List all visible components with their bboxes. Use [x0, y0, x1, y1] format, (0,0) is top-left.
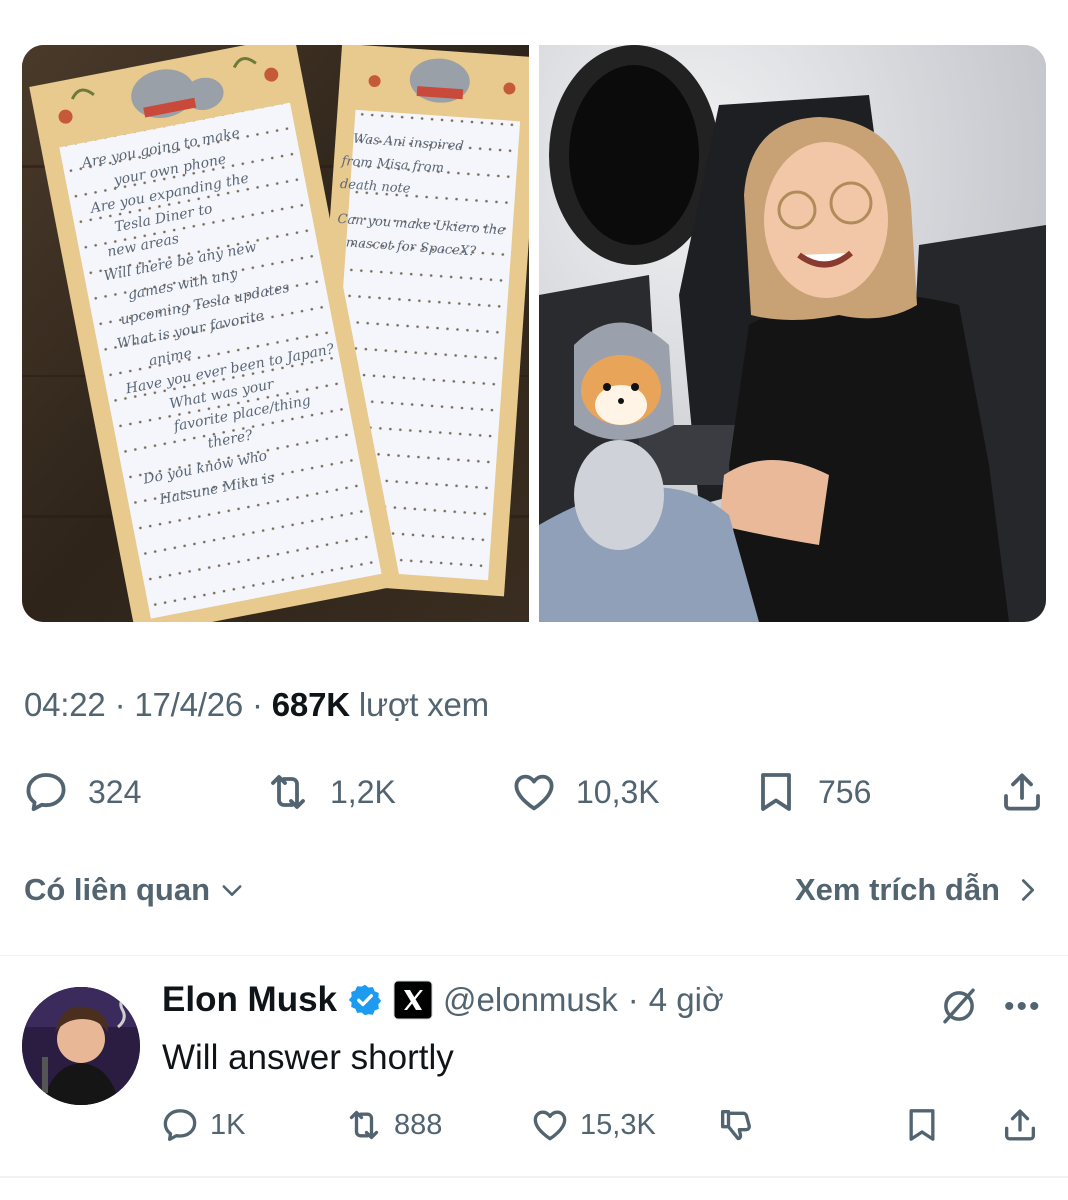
reply-count: 324 [88, 773, 142, 810]
reply-time[interactable]: 4 giờ [649, 981, 724, 1019]
reply-like-count: 15,3K [580, 1108, 656, 1141]
girl-photo[interactable] [539, 45, 1046, 622]
reply-bookmark-button[interactable] [902, 1100, 942, 1150]
divider [0, 1176, 1068, 1178]
heart-icon [533, 1110, 567, 1141]
thumbs-down-icon [721, 1110, 751, 1141]
views-count: 687K [271, 686, 350, 723]
speech-bubble-icon [26, 773, 66, 812]
tweet-date[interactable]: 17/4/26 [134, 686, 243, 723]
repost-button[interactable]: 1,2K [264, 762, 396, 822]
reply-header: Elon Musk @elonmusk · 4 giờ [162, 980, 724, 1020]
reply-like-button[interactable]: 15,3K [530, 1100, 656, 1150]
meta-separator: · [252, 686, 272, 723]
reply-share-button[interactable] [1000, 1100, 1040, 1150]
share-upload-icon [1004, 773, 1040, 811]
repost-arrows-icon [271, 775, 305, 809]
avatar-image [22, 987, 140, 1105]
like-count: 10,3K [576, 773, 660, 810]
tweet-time[interactable]: 04:22 [24, 686, 106, 723]
repost-arrows-icon [349, 1110, 379, 1140]
speech-bubble-icon [163, 1109, 197, 1141]
avatar[interactable] [22, 987, 140, 1105]
verified-badge-icon [348, 984, 382, 1016]
bookmark-icon [909, 1109, 935, 1141]
chevron-right-icon [1021, 879, 1035, 901]
reply-repost-count: 888 [394, 1108, 443, 1141]
heart-icon [514, 774, 554, 811]
related-dropdown[interactable]: Có liên quan [24, 872, 246, 908]
chevron-down-icon [222, 885, 242, 896]
reply-repost-button[interactable]: 888 [344, 1100, 442, 1150]
like-button[interactable]: 10,3K [510, 762, 660, 822]
x-logo-badge-icon[interactable] [393, 980, 433, 1020]
right-letter-text: Was Ani inspired from Misa from death no… [335, 127, 513, 266]
grok-icon[interactable] [938, 985, 980, 1027]
reply-reply-count: 1K [210, 1108, 246, 1141]
tweet-meta: 04:22 · 17/4/26 · 687K lượt xem [24, 686, 489, 724]
reply-action-bar: 1K 888 15,3K [160, 1100, 1050, 1150]
meta-separator: · [114, 686, 135, 723]
share-upload-icon [1005, 1109, 1035, 1141]
reply-text: Will answer shortly [162, 1038, 454, 1077]
view-quotes-label: Xem trích dẫn [795, 872, 1000, 907]
divider [0, 955, 1068, 956]
repost-count: 1,2K [330, 773, 396, 810]
reply-button[interactable]: 324 [22, 762, 141, 822]
tweet-action-bar: 324 1,2K 10,3K 756 [22, 762, 1046, 822]
tweet-media[interactable]: Are you going to make your own phone Are… [22, 45, 1046, 622]
bookmark-count: 756 [818, 773, 872, 810]
meta-separator: · [627, 981, 639, 1018]
dislike-button[interactable] [716, 1100, 756, 1150]
bookmark-button[interactable]: 756 [752, 762, 871, 822]
letters-photo[interactable]: Are you going to make your own phone Are… [22, 45, 529, 622]
related-label: Có liên quan [24, 872, 210, 907]
reply-reply-button[interactable]: 1K [160, 1100, 245, 1150]
views-label: lượt xem [358, 686, 489, 723]
more-dots-icon[interactable]: ••• [1004, 990, 1042, 1024]
view-quotes-link[interactable]: Xem trích dẫn [795, 872, 1040, 908]
share-button[interactable] [998, 762, 1046, 822]
bookmark-icon [761, 773, 791, 811]
reply-author-name[interactable]: Elon Musk [162, 980, 337, 1020]
capsule-illustration [539, 45, 1046, 622]
reply-author-handle[interactable]: @elonmusk [443, 981, 618, 1019]
